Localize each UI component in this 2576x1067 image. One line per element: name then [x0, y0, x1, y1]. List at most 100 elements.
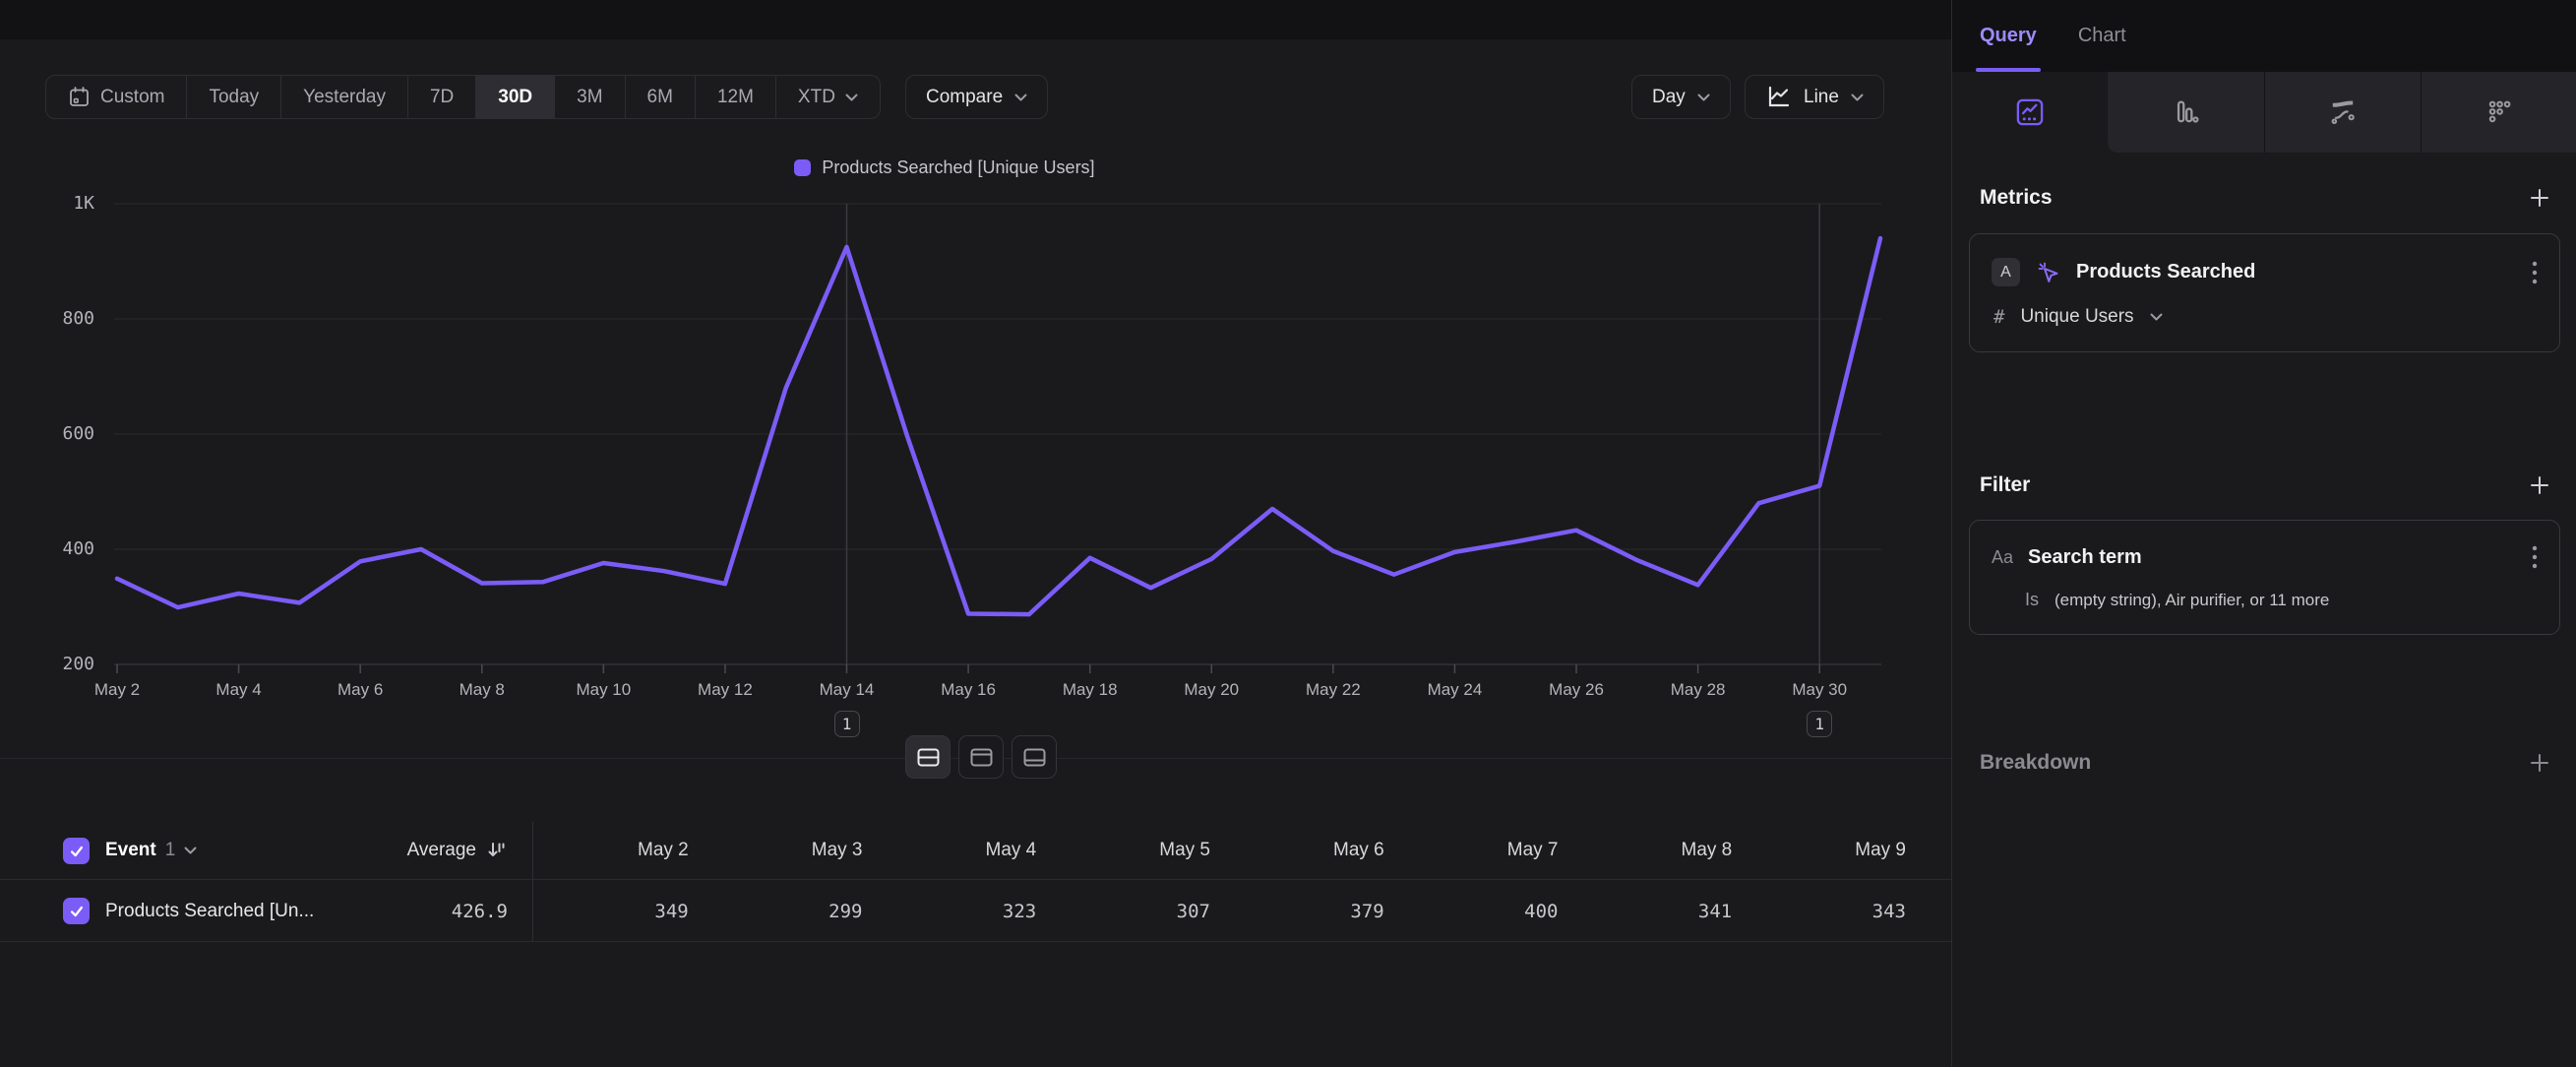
- granularity-button[interactable]: Day: [1631, 75, 1731, 119]
- view-layout-toggle: [905, 735, 1057, 779]
- date-range-selector: Custom Today Yesterday 7D 30D 3M 6M 12M XTD: [45, 75, 881, 119]
- chart-legend: Products Searched [Unique Users]: [0, 157, 1889, 178]
- filter-card[interactable]: Aa Search term Is (empty string), Air pu…: [1969, 520, 2560, 635]
- date-column-header[interactable]: May 6: [1210, 822, 1384, 879]
- granularity-label: Day: [1652, 87, 1686, 108]
- range-xtd[interactable]: XTD: [776, 76, 880, 118]
- select-all-checkbox[interactable]: [63, 838, 90, 864]
- range-30d[interactable]: 30D: [476, 76, 555, 118]
- kebab-menu-icon[interactable]: [2532, 260, 2538, 285]
- x-axis-tick-label: May 6: [306, 680, 414, 700]
- x-axis-tick-label: May 10: [549, 680, 657, 700]
- y-axis-tick-label: 400: [26, 538, 94, 559]
- range-label: 12M: [717, 87, 754, 108]
- range-3m[interactable]: 3M: [555, 76, 625, 118]
- x-axis-tick-label: May 20: [1157, 680, 1265, 700]
- range-label: 30D: [498, 87, 532, 108]
- x-axis-tick-label: May 16: [914, 680, 1022, 700]
- legend-swatch: [794, 159, 811, 176]
- event-column-header[interactable]: Event 1: [105, 840, 197, 861]
- cell-value: 307: [1036, 881, 1210, 941]
- tab-flows[interactable]: [2265, 72, 2422, 153]
- tab-insights[interactable]: [1952, 72, 2108, 153]
- date-column-header[interactable]: May 3: [689, 822, 863, 879]
- range-12m[interactable]: 12M: [696, 76, 776, 118]
- add-breakdown-button[interactable]: [2527, 750, 2552, 776]
- panel-tab-query[interactable]: Query: [1980, 0, 2037, 72]
- check-icon: [69, 844, 85, 859]
- metric-card[interactable]: A Products Searched # Unique Users: [1969, 233, 2560, 352]
- panel-tab-chart[interactable]: Chart: [2078, 0, 2126, 72]
- date-column-header[interactable]: May 8: [1559, 822, 1733, 879]
- range-7d[interactable]: 7D: [408, 76, 476, 118]
- range-yesterday[interactable]: Yesterday: [281, 76, 408, 118]
- kebab-menu-icon[interactable]: [2532, 544, 2538, 570]
- filter-property-name: Search term: [2028, 546, 2517, 569]
- x-axis-tick-label: May 18: [1036, 680, 1144, 700]
- table-row[interactable]: Products Searched [Un... 426.9 349299323…: [0, 881, 1951, 942]
- range-today[interactable]: Today: [187, 76, 281, 118]
- chart-type-label: Line: [1804, 87, 1839, 108]
- chevron-down-icon: [845, 94, 858, 101]
- tab-funnels[interactable]: [2108, 72, 2264, 153]
- annotation-badge[interactable]: 1: [834, 711, 860, 737]
- event-cursor-icon: [2035, 259, 2061, 285]
- table-divider: [532, 822, 533, 942]
- date-column-header[interactable]: May 7: [1384, 822, 1559, 879]
- chevron-down-icon: [1014, 94, 1027, 101]
- hash-icon: #: [1993, 306, 2004, 328]
- breakdown-title: Breakdown: [1980, 751, 2091, 775]
- funnel-bars-icon: [2171, 97, 2200, 127]
- average-column-header[interactable]: Average: [407, 840, 508, 861]
- panel-tab-bar: Query Chart: [1952, 0, 2576, 72]
- legend-label: Products Searched [Unique Users]: [822, 157, 1094, 178]
- date-column-header[interactable]: May 9: [1732, 822, 1906, 879]
- chart-type-button[interactable]: Line: [1745, 75, 1884, 119]
- row-checkbox[interactable]: [63, 898, 90, 924]
- range-custom[interactable]: Custom: [46, 76, 187, 118]
- y-axis-tick-label: 600: [26, 423, 94, 444]
- aggregation-selector[interactable]: # Unique Users: [1970, 296, 2559, 351]
- cell-value: 343: [1732, 881, 1906, 941]
- x-axis-tick-label: May 4: [185, 680, 293, 700]
- chart-view-button[interactable]: [958, 735, 1004, 779]
- cell-value: 299: [689, 881, 863, 941]
- annotation-badge[interactable]: 1: [1807, 711, 1832, 737]
- top-strip: [0, 0, 1951, 39]
- date-column-header[interactable]: May 2: [515, 822, 689, 879]
- cell-value: 323: [863, 881, 1037, 941]
- tab-more[interactable]: [2422, 72, 2576, 153]
- date-column-header[interactable]: May 4: [863, 822, 1037, 879]
- range-label: 7D: [430, 87, 454, 108]
- table-header-row: Event 1 Average May 2May 3May 4May 5May …: [0, 822, 1951, 880]
- table-view-button[interactable]: [1012, 735, 1057, 779]
- query-panel: Query Chart: [1951, 0, 2576, 1067]
- row-values: 349299323307379400341343: [515, 881, 1906, 941]
- row-average-value: 426.9: [452, 901, 508, 922]
- range-label: Today: [209, 87, 259, 108]
- filter-operator: Is: [2025, 590, 2039, 610]
- cell-value: 379: [1210, 881, 1384, 941]
- x-axis-tick-label: May 26: [1522, 680, 1630, 700]
- compare-button[interactable]: Compare: [905, 75, 1048, 119]
- range-label: 6M: [647, 87, 673, 108]
- filter-condition[interactable]: Is (empty string), Air purifier, or 11 m…: [1970, 580, 2559, 634]
- date-column-header[interactable]: May 5: [1036, 822, 1210, 879]
- chart-view-icon: [970, 748, 993, 767]
- chevron-down-icon: [2150, 313, 2163, 321]
- range-label: 3M: [577, 87, 602, 108]
- table-view-icon: [1023, 748, 1046, 767]
- split-view-button[interactable]: [905, 735, 951, 779]
- event-count: 1: [165, 840, 176, 861]
- range-6m[interactable]: 6M: [626, 76, 696, 118]
- chevron-down-icon: [1851, 94, 1864, 101]
- range-label: Custom: [100, 87, 164, 108]
- compare-label: Compare: [926, 87, 1003, 108]
- add-filter-button[interactable]: [2527, 472, 2552, 498]
- line-chart[interactable]: 2004006008001KMay 2May 4May 6May 8May 10…: [0, 187, 1950, 758]
- range-label: Yesterday: [303, 87, 386, 108]
- insights-icon: [2015, 97, 2045, 127]
- x-axis-tick-label: May 12: [671, 680, 779, 700]
- event-label: Event: [105, 840, 156, 861]
- add-metric-button[interactable]: [2527, 185, 2552, 211]
